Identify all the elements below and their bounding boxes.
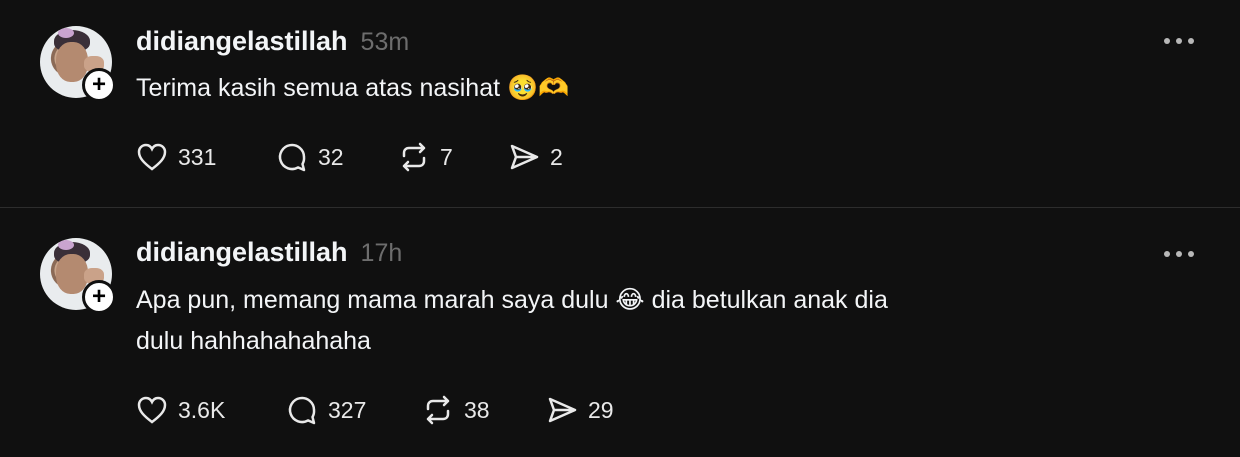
share-count: 29 <box>588 396 614 423</box>
more-dots-icon[interactable] <box>1164 34 1204 48</box>
like-count: 331 <box>178 143 217 170</box>
repost-count: 38 <box>464 396 490 423</box>
repost-count: 7 <box>440 143 453 170</box>
post-meta: didiangelastillah 53m <box>136 26 409 57</box>
post-text: Apa pun, memang mama marah saya dulu 😂 d… <box>136 280 1136 362</box>
post-meta: didiangelastillah 17h <box>136 237 402 268</box>
heart-icon <box>137 143 167 171</box>
like-button[interactable]: 331 <box>134 137 216 177</box>
share-button[interactable]: 29 <box>544 390 614 430</box>
comment-button[interactable]: 32 <box>274 137 344 177</box>
repost-icon <box>426 395 450 425</box>
comment-icon <box>278 143 306 172</box>
follow-button[interactable]: + <box>82 280 116 314</box>
repost-icon <box>402 142 426 172</box>
share-count: 2 <box>550 143 563 170</box>
repost-button[interactable]: 7 <box>396 137 453 177</box>
send-icon <box>510 144 539 170</box>
like-count: 3.6K <box>178 396 226 423</box>
comment-count: 32 <box>318 143 344 170</box>
username[interactable]: didiangelastillah <box>136 26 348 57</box>
post-time[interactable]: 53m <box>361 28 410 57</box>
post-text: Terima kasih semua atas nasihat 🥹🫶 <box>136 68 1136 109</box>
share-button[interactable]: 2 <box>506 137 563 177</box>
repost-button[interactable]: 38 <box>420 390 490 430</box>
like-button[interactable]: 3.6K <box>134 390 225 430</box>
post-text-line: dulu hahhahahahaha <box>136 327 371 355</box>
avatar-bow <box>58 28 74 38</box>
thread-post: + didiangelastillah 17h Apa pun, memang … <box>0 208 1240 457</box>
follow-button[interactable]: + <box>82 68 116 102</box>
comment-icon <box>288 396 316 425</box>
post-time[interactable]: 17h <box>361 239 403 268</box>
post-text-line: Terima kasih semua atas nasihat 🥹🫶 <box>136 74 570 102</box>
avatar-bow <box>58 240 74 250</box>
username[interactable]: didiangelastillah <box>136 237 348 268</box>
thread-post: + didiangelastillah 53m Terima kasih sem… <box>0 0 1240 207</box>
comment-count: 327 <box>328 396 367 423</box>
post-text-line: Apa pun, memang mama marah saya dulu 😂 d… <box>136 286 888 314</box>
comment-button[interactable]: 327 <box>284 390 366 430</box>
more-dots-icon[interactable] <box>1164 247 1204 261</box>
send-icon <box>548 397 577 423</box>
heart-icon <box>137 396 167 424</box>
